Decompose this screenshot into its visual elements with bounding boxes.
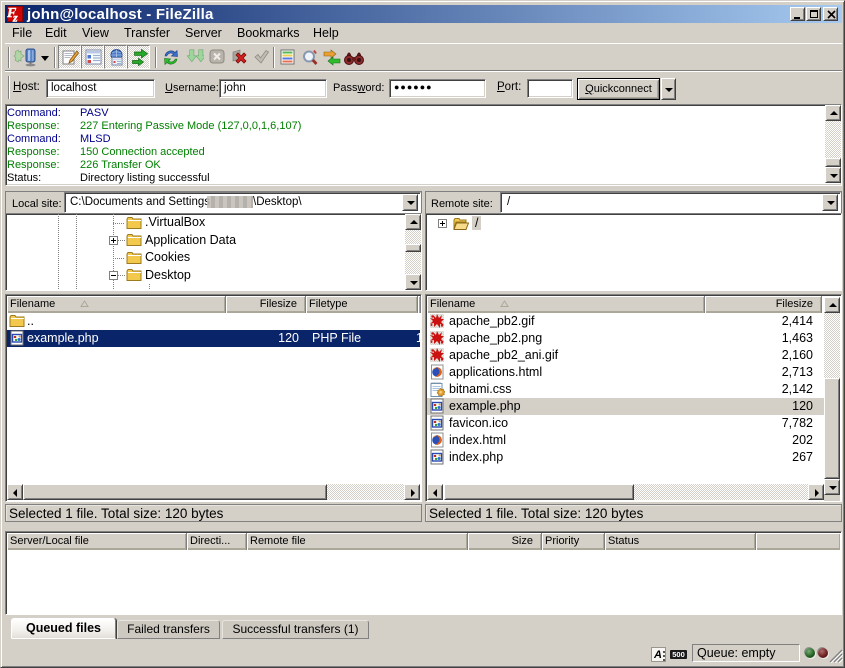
svg-text:z: z [12, 11, 18, 23]
